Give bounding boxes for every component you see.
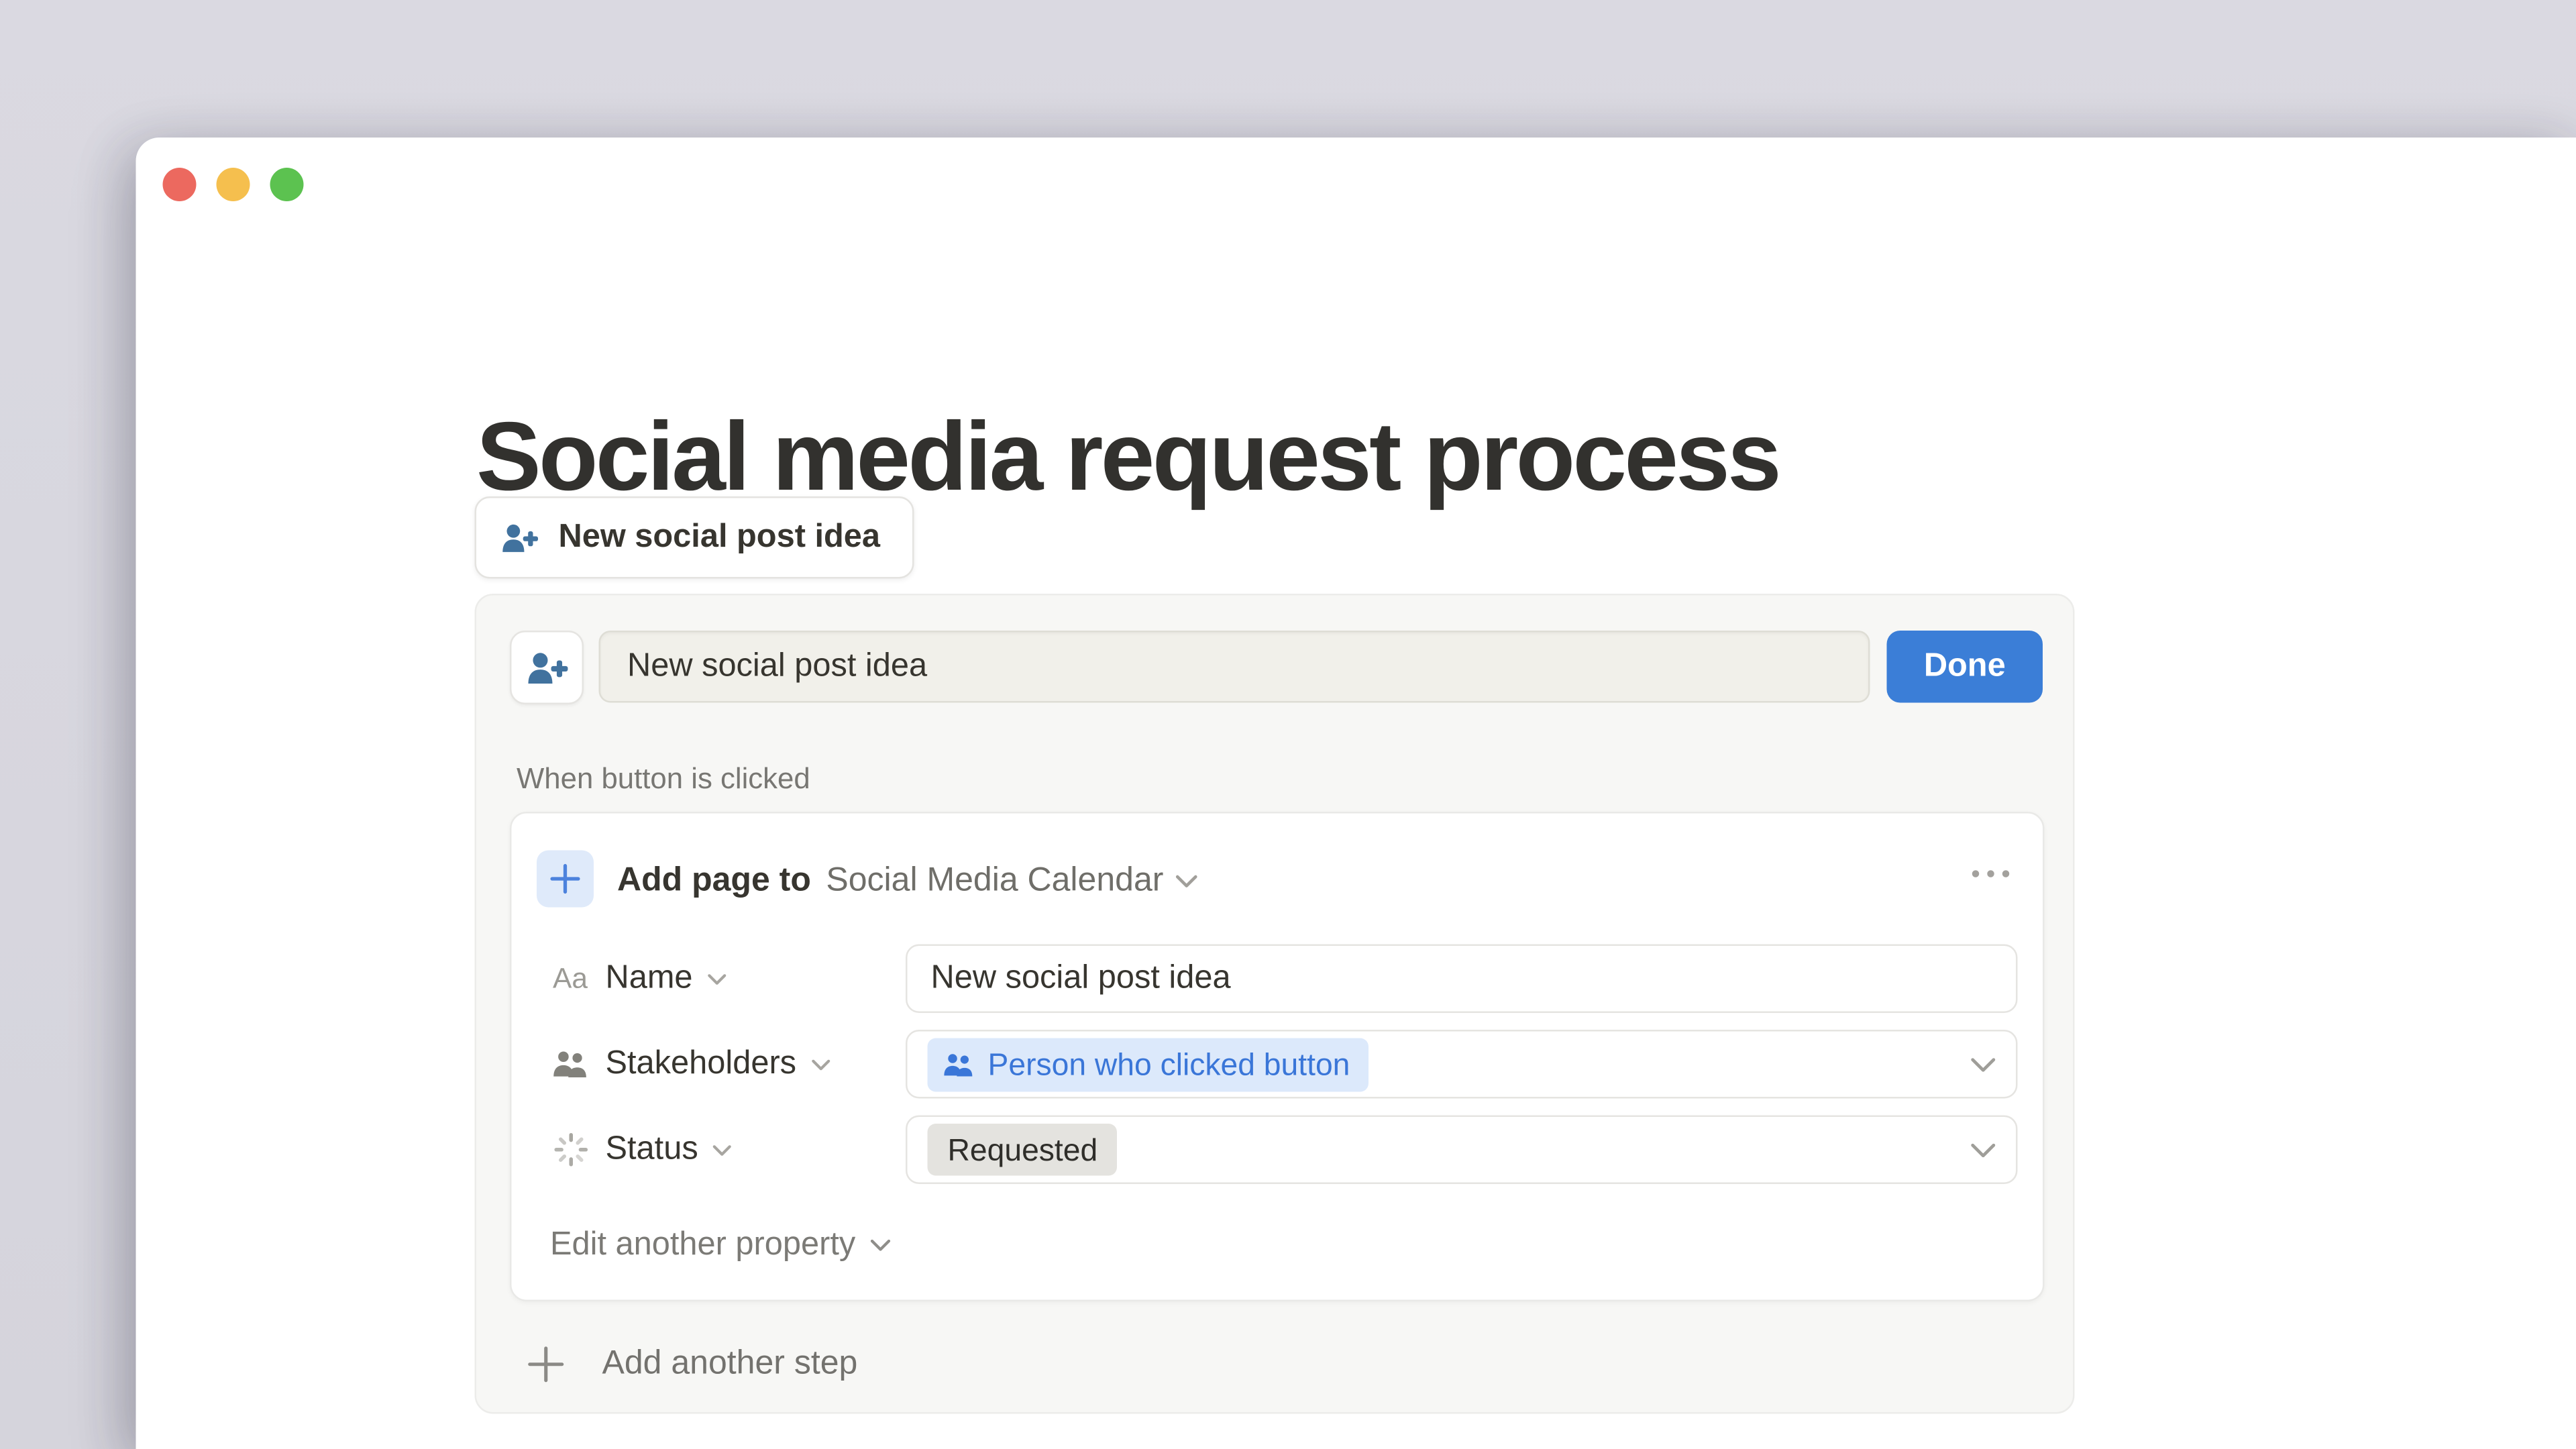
plus-icon bbox=[549, 862, 582, 896]
property-label: Stakeholders bbox=[606, 1045, 797, 1084]
chevron-down-icon bbox=[871, 1238, 891, 1253]
done-button[interactable]: Done bbox=[1887, 631, 2043, 703]
step-action-label: Add page to bbox=[617, 862, 811, 901]
zoom-button[interactable] bbox=[270, 168, 304, 201]
property-row-name: Aa Name bbox=[550, 945, 2018, 1014]
add-another-step-button[interactable]: Add another step bbox=[527, 1327, 857, 1401]
chevron-down-icon bbox=[812, 1057, 830, 1071]
name-value-field[interactable] bbox=[906, 945, 2018, 1014]
add-page-action-icon-box[interactable] bbox=[537, 851, 594, 908]
button-icon-tile[interactable] bbox=[510, 631, 584, 704]
property-stakeholders-button[interactable]: Stakeholders bbox=[550, 1045, 906, 1084]
chevron-down-icon bbox=[1971, 1056, 1996, 1073]
edit-another-property-button[interactable]: Edit another property bbox=[550, 1226, 891, 1265]
target-database-name: Social Media Calendar bbox=[826, 862, 1163, 901]
property-row-status: Status Requested bbox=[550, 1116, 2018, 1185]
text-icon: Aa bbox=[550, 962, 590, 996]
edit-another-property-label: Edit another property bbox=[550, 1226, 855, 1265]
status-icon bbox=[550, 1132, 590, 1168]
step-header: Add page to Social Media Calendar bbox=[617, 859, 1197, 904]
chevron-down-icon bbox=[1971, 1141, 1996, 1158]
person-plus-icon bbox=[500, 516, 540, 559]
property-label: Status bbox=[606, 1130, 698, 1169]
new-social-post-button-label: New social post idea bbox=[559, 519, 881, 557]
name-value-input[interactable] bbox=[928, 959, 1996, 998]
chevron-down-icon bbox=[708, 972, 727, 985]
people-icon bbox=[943, 1051, 975, 1077]
chevron-down-icon bbox=[1175, 874, 1197, 890]
property-status-button[interactable]: Status bbox=[550, 1130, 906, 1169]
close-button[interactable] bbox=[163, 168, 197, 201]
minimize-button[interactable] bbox=[217, 168, 250, 201]
status-value-dropdown[interactable]: Requested bbox=[906, 1116, 2018, 1185]
stakeholders-value-dropdown[interactable]: Person who clicked button bbox=[906, 1030, 2018, 1099]
property-row-stakeholders: Stakeholders bbox=[550, 1030, 2018, 1099]
person-tag-label: Person who clicked button bbox=[988, 1046, 1350, 1083]
app-window: Social media request process New social … bbox=[136, 138, 2576, 1449]
button-name-input[interactable] bbox=[599, 631, 1870, 703]
property-rows: Aa Name bbox=[550, 945, 2018, 1201]
status-tag: Requested bbox=[928, 1124, 1118, 1176]
person-plus-icon bbox=[524, 648, 570, 687]
desktop: Social media request process New social … bbox=[0, 0, 2576, 1449]
property-label: Name bbox=[606, 959, 693, 998]
ellipsis-icon bbox=[1971, 869, 2011, 879]
step-menu-button[interactable] bbox=[1971, 864, 2011, 884]
trigger-label: When button is clicked bbox=[517, 761, 810, 797]
plus-icon bbox=[527, 1344, 566, 1383]
target-database-picker[interactable]: Social Media Calendar bbox=[826, 862, 1197, 901]
new-social-post-button[interactable]: New social post idea bbox=[475, 496, 914, 579]
people-icon bbox=[550, 1049, 590, 1081]
property-name-button[interactable]: Aa Name bbox=[550, 959, 906, 998]
chevron-down-icon bbox=[713, 1143, 732, 1157]
button-editor-panel: Done When button is clicked Add page to … bbox=[475, 594, 2075, 1414]
add-another-step-label: Add another step bbox=[602, 1344, 858, 1383]
automation-step-card: Add page to Social Media Calendar bbox=[510, 812, 2045, 1301]
person-tag: Person who clicked button bbox=[928, 1037, 1368, 1091]
